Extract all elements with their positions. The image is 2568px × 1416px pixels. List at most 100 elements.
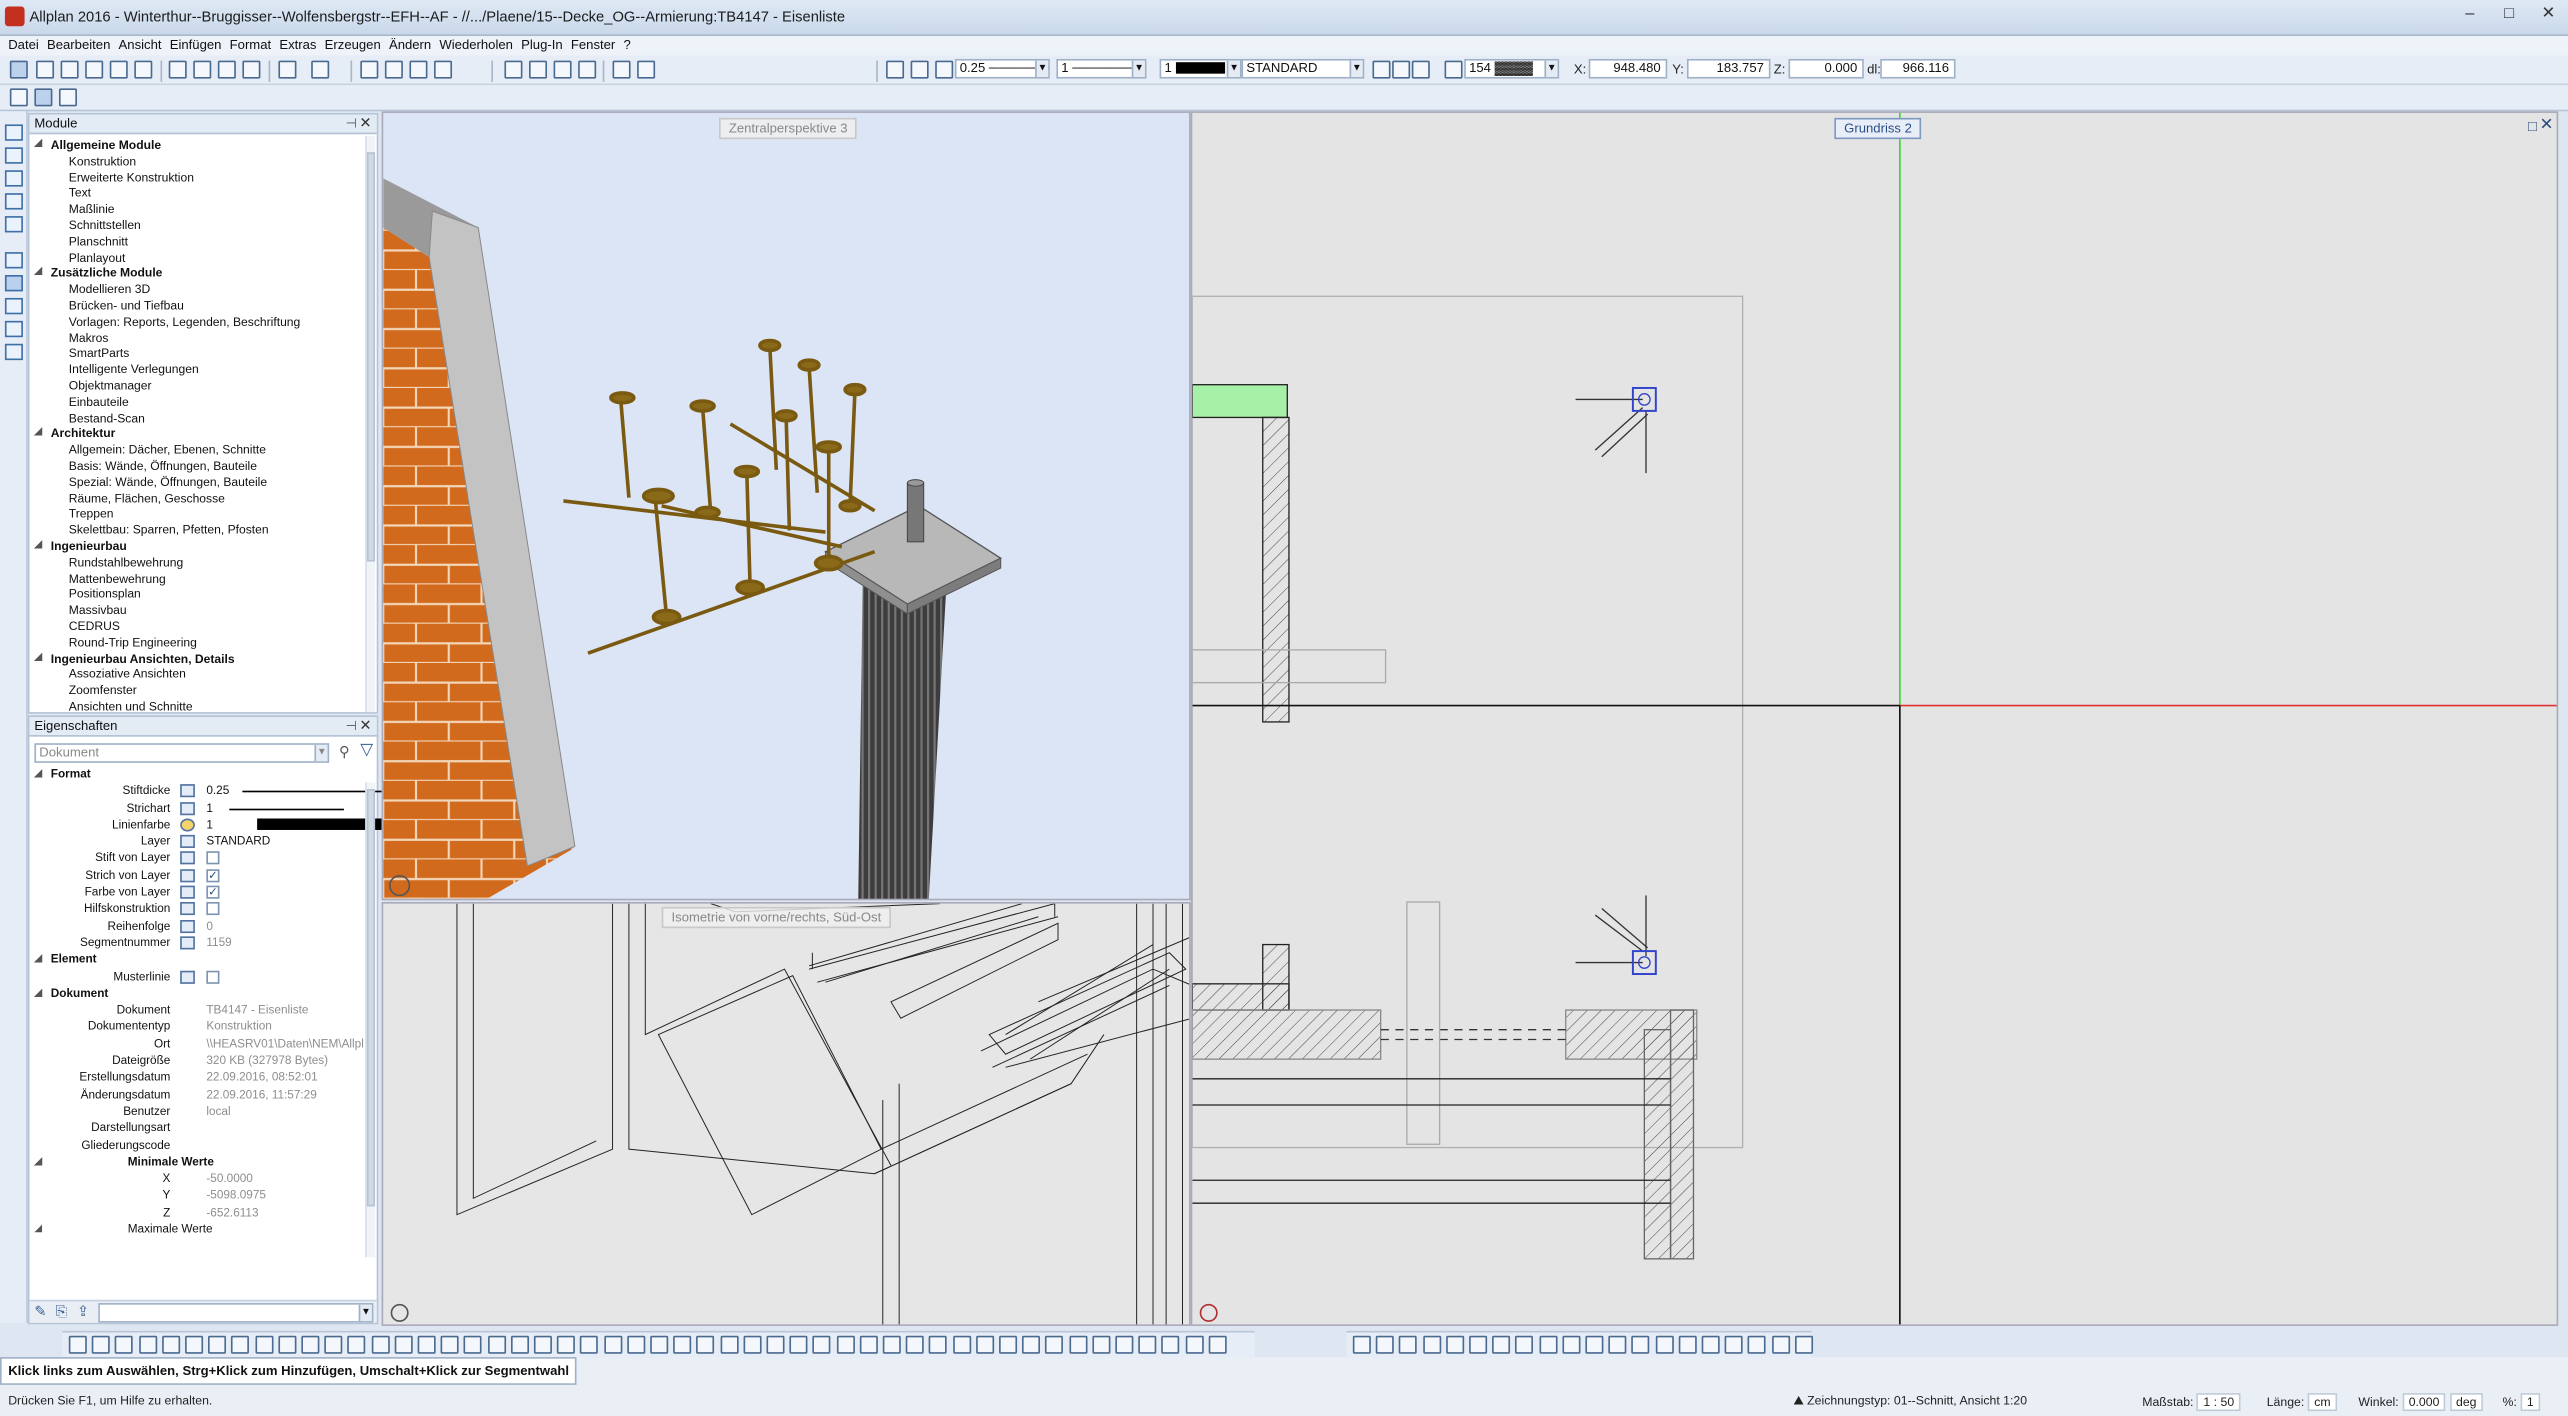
draw-icon[interactable] xyxy=(4,124,23,141)
z-coordinate-field[interactable]: 0.000 xyxy=(1788,58,1864,79)
pen-from-layer-checkbox[interactable] xyxy=(206,852,220,866)
layer-value[interactable]: STANDARD xyxy=(206,834,270,851)
filter-settings-icon[interactable] xyxy=(4,343,23,361)
tool-icon[interactable] xyxy=(278,1335,297,1354)
tool-icon[interactable] xyxy=(952,1335,971,1354)
module-item[interactable]: Text xyxy=(29,186,376,202)
tool-icon[interactable] xyxy=(812,1335,832,1354)
tool-icon[interactable] xyxy=(1469,1335,1488,1354)
menu-wiederholen[interactable]: Wiederholen xyxy=(438,36,520,56)
tool-icon[interactable] xyxy=(161,1335,180,1354)
menu-bearbeiten[interactable]: Bearbeiten xyxy=(45,36,117,56)
redo-icon[interactable] xyxy=(311,60,330,79)
length-status[interactable]: Länge: cm xyxy=(2267,1393,2338,1412)
module-item[interactable]: Bestand-Scan xyxy=(29,410,376,426)
viewport-label-perspective[interactable]: Zentralperspektive 3 xyxy=(718,117,858,140)
zoom-icon[interactable] xyxy=(612,60,631,79)
plan-icon[interactable] xyxy=(637,60,656,79)
menu-extras[interactable]: Extras xyxy=(278,36,323,56)
tool-icon[interactable] xyxy=(440,1335,459,1354)
move-icon[interactable] xyxy=(4,170,23,187)
print-icon[interactable] xyxy=(85,60,104,79)
wizard-icon[interactable] xyxy=(34,88,53,107)
dimension-icon[interactable] xyxy=(409,60,428,79)
library-icon[interactable] xyxy=(58,88,77,107)
tool-icon[interactable] xyxy=(417,1335,436,1354)
module-item[interactable]: Mattenbewehrung xyxy=(29,571,376,587)
properties-toggle-icon[interactable] xyxy=(4,275,23,292)
y-coordinate-field[interactable]: 183.757 xyxy=(1686,58,1771,79)
line-type-value[interactable]: 1 xyxy=(206,800,213,817)
module-group[interactable]: Zusätzliche Module xyxy=(29,266,376,282)
tool-icon[interactable] xyxy=(301,1335,320,1354)
module-item[interactable]: Modellieren 3D xyxy=(29,282,376,298)
module-item[interactable]: Zoomfenster xyxy=(29,683,376,699)
module-item[interactable]: Basis: Wände, Öffnungen, Bauteile xyxy=(29,458,376,474)
tool-icon[interactable] xyxy=(371,1335,390,1354)
menu-help[interactable]: ? xyxy=(622,36,637,56)
module-item[interactable]: Makros xyxy=(29,330,376,346)
tool-icon[interactable] xyxy=(719,1335,738,1354)
rotate-icon[interactable] xyxy=(4,193,23,210)
pattern-icon[interactable] xyxy=(1444,60,1463,79)
module-group[interactable]: Architektur xyxy=(29,426,376,442)
layer-visible-icon[interactable] xyxy=(1372,60,1391,79)
fileset-icon[interactable] xyxy=(553,60,572,79)
tool-icon[interactable] xyxy=(1399,1335,1418,1354)
modify-icon[interactable] xyxy=(4,147,23,164)
percent-status[interactable]: %: 1 xyxy=(2503,1393,2541,1412)
close-button[interactable]: ✕ xyxy=(2539,5,2559,23)
plot-preview-icon[interactable] xyxy=(134,60,153,79)
order-value[interactable]: 0 xyxy=(206,918,213,935)
perspective-viewport[interactable]: Zentralperspektive 3 xyxy=(381,111,1191,901)
tool-icon[interactable] xyxy=(254,1335,273,1354)
tool-icon[interactable] xyxy=(836,1335,855,1354)
module-item[interactable]: Positionsplan xyxy=(29,587,376,603)
dl-coordinate-field[interactable]: 966.116 xyxy=(1880,58,1956,79)
tool-icon[interactable] xyxy=(766,1335,785,1354)
tool-icon[interactable] xyxy=(115,1335,134,1354)
pen-thickness-value[interactable]: 0.25 xyxy=(206,783,229,800)
angle-status[interactable]: Winkel: 0.000 deg xyxy=(2358,1393,2484,1412)
tool-icon[interactable] xyxy=(557,1335,576,1354)
tool-icon[interactable] xyxy=(1678,1335,1697,1354)
module-item[interactable]: Treppen xyxy=(29,506,376,522)
tool-icon[interactable] xyxy=(1585,1335,1604,1354)
color-icon[interactable] xyxy=(935,60,954,79)
tool-icon[interactable] xyxy=(231,1335,250,1354)
undo-icon[interactable] xyxy=(278,60,297,79)
module-item[interactable]: Planlayout xyxy=(29,250,376,266)
pen-icon[interactable] xyxy=(886,60,905,79)
close-icon[interactable]: ✕ xyxy=(359,115,371,133)
open-project-icon[interactable] xyxy=(504,60,523,79)
close-viewport-icon[interactable]: ✕ xyxy=(2540,116,2554,134)
tool-icon[interactable] xyxy=(1631,1335,1650,1354)
tool-icon[interactable] xyxy=(324,1335,343,1354)
layer-select[interactable]: STANDARD ▼ xyxy=(1241,58,1365,79)
module-item[interactable]: Brücken- und Tiefbau xyxy=(29,298,376,314)
module-item[interactable]: Rundstahlbewehrung xyxy=(29,554,376,570)
module-item[interactable]: Maßlinie xyxy=(29,202,376,218)
module-item[interactable]: Konstruktion xyxy=(29,154,376,170)
tool-icon[interactable] xyxy=(1748,1335,1767,1354)
tool-icon[interactable] xyxy=(1185,1335,1204,1354)
tool-icon[interactable] xyxy=(464,1335,483,1354)
tool-icon[interactable] xyxy=(1538,1335,1557,1354)
layer-manager-icon[interactable] xyxy=(529,60,548,79)
tool-icon[interactable] xyxy=(68,1335,87,1354)
tool-icon[interactable] xyxy=(1445,1335,1464,1354)
export-icon[interactable]: ⇪ xyxy=(77,1303,89,1321)
pin-icon[interactable]: ⊣ xyxy=(346,719,357,734)
tool-icon[interactable] xyxy=(580,1335,599,1354)
construction-line-checkbox[interactable] xyxy=(206,902,220,916)
tool-icon[interactable] xyxy=(1208,1335,1227,1354)
module-item[interactable]: Planschnitt xyxy=(29,234,376,250)
section-dokument[interactable]: Dokument xyxy=(29,985,376,1002)
tool-icon[interactable] xyxy=(696,1335,715,1354)
menu-datei[interactable]: Datei xyxy=(7,36,46,56)
module-item[interactable]: Schnittstellen xyxy=(29,218,376,234)
properties-scrollbar[interactable] xyxy=(365,782,376,1258)
filter-icon[interactable] xyxy=(4,320,23,338)
open-file-icon[interactable] xyxy=(36,60,55,79)
module-item[interactable]: Räume, Flächen, Geschosse xyxy=(29,490,376,506)
